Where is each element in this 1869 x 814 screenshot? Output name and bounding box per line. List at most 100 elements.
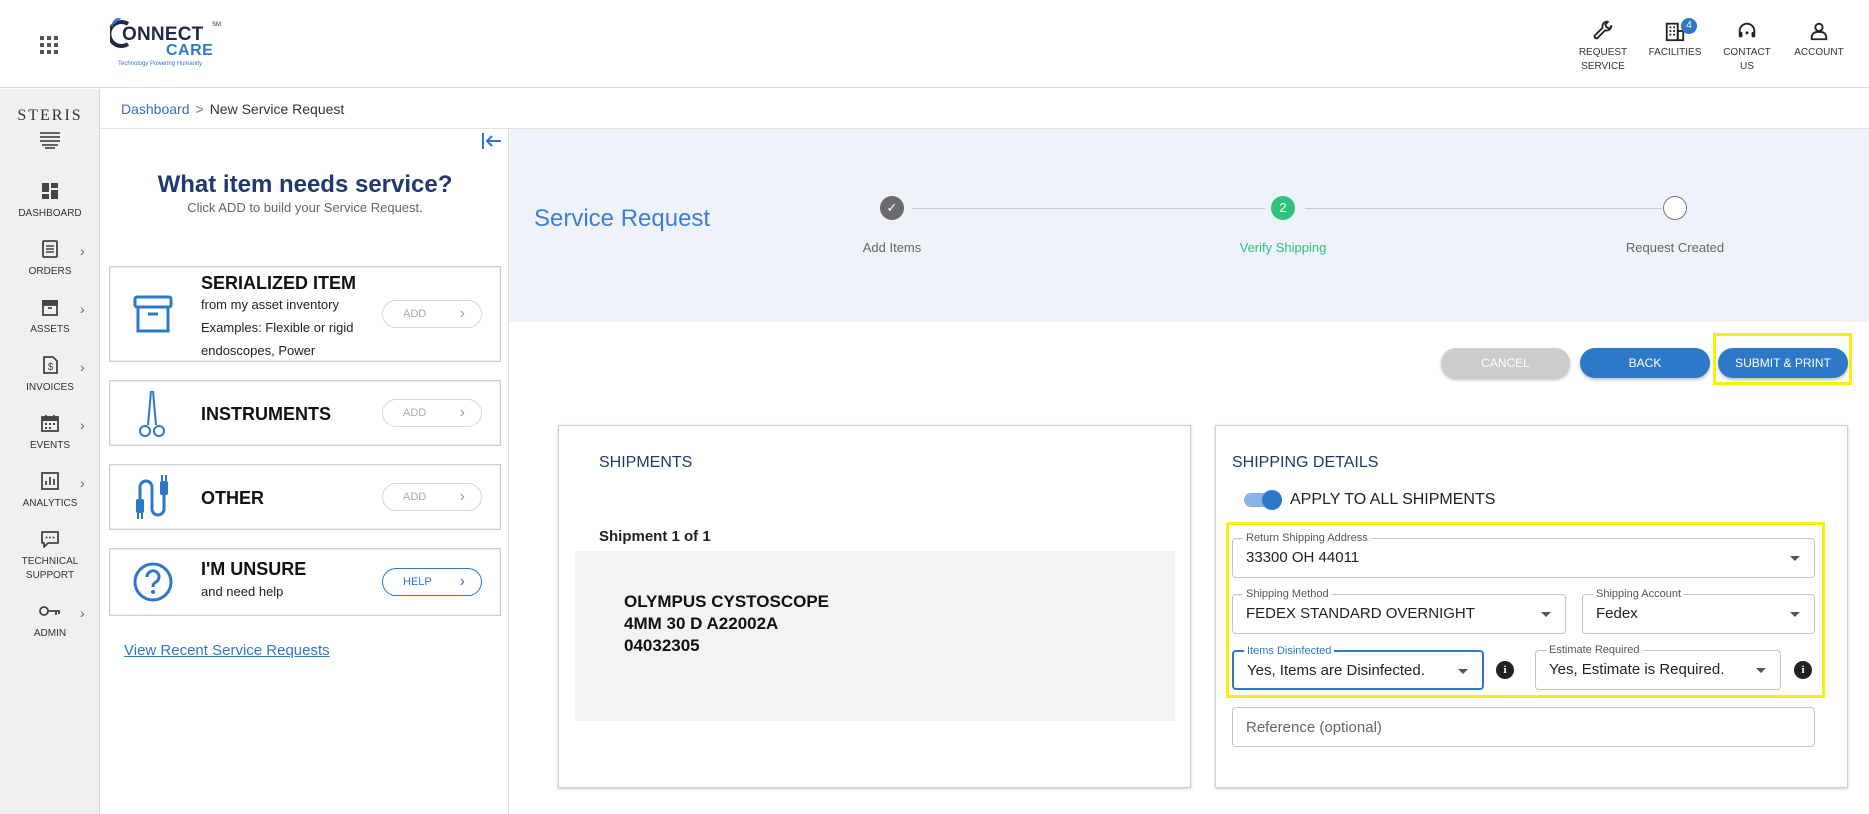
other-add-label: ADD bbox=[403, 491, 427, 503]
apps-grid-icon[interactable] bbox=[40, 36, 58, 54]
nav-orders[interactable]: ORDERS › bbox=[0, 237, 100, 279]
serialized-item-desc-3: endoscopes, Power bbox=[201, 343, 316, 358]
facilities-count-badge: 4 bbox=[1681, 18, 1697, 34]
wrench-icon bbox=[1593, 20, 1613, 40]
reference-input[interactable] bbox=[1233, 708, 1814, 746]
nav-technical-support[interactable]: TECHNICAL SUPPORT bbox=[0, 527, 100, 583]
key-icon bbox=[39, 606, 60, 616]
back-button[interactable]: BACK bbox=[1580, 348, 1710, 378]
dashboard-icon bbox=[42, 183, 58, 199]
steris-brand: STERIS bbox=[17, 107, 83, 124]
step-connector-2 bbox=[1305, 208, 1662, 209]
step-2-active-marker: 2 bbox=[1271, 196, 1295, 220]
apply-all-toggle[interactable] bbox=[1244, 490, 1282, 510]
serialized-item-desc-2: Examples: Flexible or rigid bbox=[201, 320, 354, 335]
chevron-right-icon[interactable]: › bbox=[80, 243, 85, 259]
nav-admin[interactable]: ADMIN › bbox=[0, 599, 100, 641]
instruments-add-button[interactable]: ADD › bbox=[382, 399, 482, 427]
chevron-right-icon: › bbox=[459, 573, 465, 590]
chevron-right-icon[interactable]: › bbox=[80, 605, 85, 621]
scissors-icon bbox=[139, 390, 165, 437]
view-recent-requests-link[interactable]: View Recent Service Requests bbox=[124, 642, 330, 659]
nav-assets-label: ASSETS bbox=[30, 324, 70, 335]
left-nav: STERIS DASHBOARD ORDERS › ASSETS › $ INV… bbox=[0, 89, 100, 814]
panel-subtitle: Click ADD to build your Service Request. bbox=[187, 200, 423, 215]
help-button[interactable]: HELP › bbox=[382, 568, 482, 596]
request-service-label-2: SERVICE bbox=[1581, 61, 1625, 72]
cancel-button[interactable]: CANCEL bbox=[1441, 348, 1570, 378]
shipment-item-name: OLYMPUS CYSTOSCOPE bbox=[624, 592, 829, 611]
logo-tagline: Technology Powering Humanity bbox=[118, 61, 203, 67]
nav-events[interactable]: EVENTS › bbox=[0, 411, 100, 453]
chevron-right-icon[interactable]: › bbox=[80, 417, 85, 433]
request-service-button[interactable]: REQUEST SERVICE bbox=[1571, 20, 1635, 74]
shipment-item-model: 4MM 30 D A22002A bbox=[624, 614, 779, 633]
nav-invoices-label: INVOICES bbox=[26, 382, 74, 393]
breadcrumb: Dashboard > New Service Request bbox=[121, 101, 344, 117]
unsure-desc: and need help bbox=[201, 584, 284, 599]
nav-events-label: EVENTS bbox=[29, 440, 70, 451]
facilities-button[interactable]: 4 FACILITIES bbox=[1643, 18, 1707, 74]
shipping-details-title: SHIPPING DETAILS bbox=[1232, 454, 1379, 471]
other-card: OTHER ADD › bbox=[109, 464, 501, 530]
step-2-label: Verify Shipping bbox=[1239, 240, 1327, 255]
breadcrumb-separator: > bbox=[195, 101, 204, 117]
shipment-count: Shipment 1 of 1 bbox=[599, 528, 711, 545]
submit-highlight-box bbox=[1713, 333, 1852, 385]
nav-analytics[interactable]: ANALYTICS › bbox=[0, 469, 100, 511]
other-title: OTHER bbox=[201, 488, 264, 508]
serialized-item-add-label: ADD bbox=[403, 308, 427, 320]
orders-icon bbox=[42, 240, 58, 258]
analytics-icon bbox=[41, 472, 59, 490]
reference-field[interactable] bbox=[1232, 707, 1815, 747]
serialized-item-title: SERIALIZED ITEM bbox=[201, 273, 357, 293]
chevron-right-icon[interactable]: › bbox=[80, 359, 85, 375]
contact-us-button[interactable]: CONTACT US bbox=[1715, 20, 1779, 74]
unsure-title: I'M UNSURE bbox=[201, 559, 307, 579]
shipment-item[interactable]: OLYMPUS CYSTOSCOPE 4MM 30 D A22002A 0403… bbox=[575, 551, 1175, 721]
nav-admin-label: ADMIN bbox=[33, 628, 67, 639]
chevron-right-icon: › bbox=[459, 488, 465, 505]
nav-assets[interactable]: ASSETS › bbox=[0, 295, 100, 337]
chevron-right-icon: › bbox=[459, 404, 465, 421]
account-button[interactable]: ACCOUNT bbox=[1787, 20, 1851, 74]
collapse-panel-icon[interactable] bbox=[481, 131, 503, 156]
step-1-complete-check-icon: ✓ bbox=[880, 196, 904, 220]
help-label: HELP bbox=[403, 576, 432, 588]
connect-care-logo[interactable]: ONNECT CARE SM Technology Powering Human… bbox=[110, 18, 230, 70]
panel-title: What item needs service? bbox=[157, 171, 453, 198]
svg-text:$: $ bbox=[48, 362, 54, 373]
unsure-card: I'M UNSURE and need help HELP › bbox=[109, 548, 501, 616]
request-service-label-1: REQUEST bbox=[1578, 47, 1628, 58]
serialized-item-add-button[interactable]: ADD › bbox=[382, 300, 482, 328]
serialized-item-card: SERIALIZED ITEM from my asset inventory … bbox=[109, 266, 501, 362]
nav-support-label: SUPPORT bbox=[25, 570, 75, 581]
other-add-button[interactable]: ADD › bbox=[382, 483, 482, 511]
contact-label-2: US bbox=[1740, 61, 1754, 72]
nav-analytics-label: ANALYTICS bbox=[22, 498, 78, 509]
breadcrumb-dashboard-link[interactable]: Dashboard bbox=[121, 101, 190, 117]
assets-icon bbox=[42, 300, 58, 316]
chevron-right-icon[interactable]: › bbox=[80, 301, 85, 317]
shipping-fields-highlight-box bbox=[1226, 522, 1825, 698]
top-header: ONNECT CARE SM Technology Powering Human… bbox=[0, 0, 1869, 88]
header-actions: REQUEST SERVICE 4 FACILITIES CONTACT US … bbox=[1571, 18, 1851, 74]
step-3-pending-marker bbox=[1663, 196, 1687, 220]
item-selection-panel: What item needs service? Click ADD to bu… bbox=[101, 129, 509, 814]
chevron-right-icon[interactable]: › bbox=[80, 475, 85, 491]
nav-dashboard[interactable]: DASHBOARD bbox=[0, 179, 100, 221]
nav-technical-label: TECHNICAL bbox=[21, 556, 79, 567]
logo-sm: SM bbox=[212, 22, 221, 28]
instruments-card: INSTRUMENTS ADD › bbox=[109, 380, 501, 446]
chat-icon bbox=[41, 531, 59, 548]
shipment-item-serial: 04032305 bbox=[624, 636, 700, 655]
service-request-title: Service Request bbox=[534, 205, 711, 232]
account-label: ACCOUNT bbox=[1794, 47, 1844, 58]
nav-invoices[interactable]: $ INVOICES › bbox=[0, 353, 100, 395]
shipments-title: SHIPMENTS bbox=[599, 454, 693, 471]
help-circle-icon bbox=[133, 562, 173, 602]
nav-orders-label: ORDERS bbox=[28, 266, 72, 277]
serialized-item-desc-1: from my asset inventory bbox=[201, 297, 339, 312]
logo-care: CARE bbox=[166, 42, 214, 59]
chevron-right-icon: › bbox=[459, 305, 465, 322]
